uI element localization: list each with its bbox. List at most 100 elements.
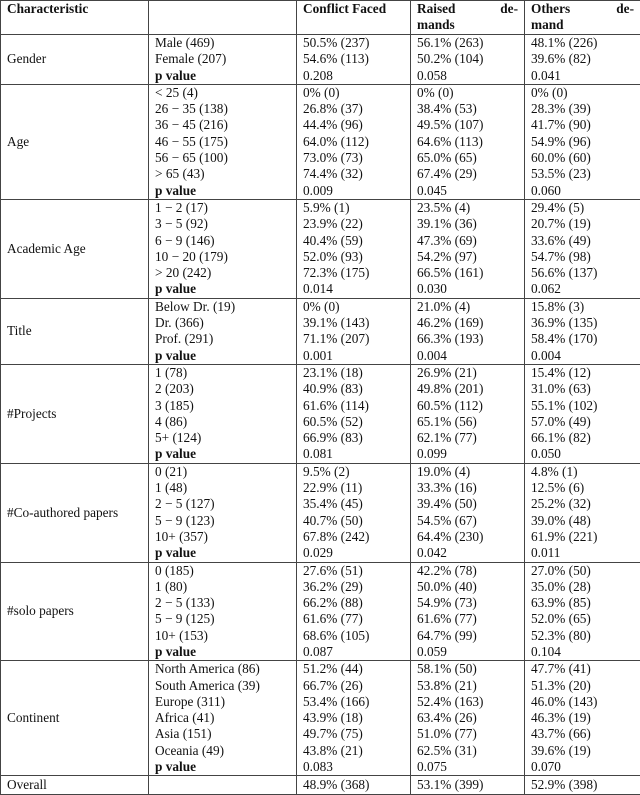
- conflict-faced-value: 40.7% (50): [303, 513, 404, 529]
- conflict-faced-value: 71.1% (207): [303, 331, 404, 347]
- others-demand-value: 43.7% (66): [531, 726, 634, 742]
- raised-demands-value-cell: 23.5% (4)39.1% (36)47.3% (69)54.2% (97)6…: [411, 199, 525, 298]
- subgroup-label: 56 − 65 (100): [155, 150, 290, 166]
- subgroup-label: 0 (185): [155, 563, 290, 579]
- subgroup-label: 4 (86): [155, 414, 290, 430]
- raised-demands-value: 33.3% (16): [417, 480, 518, 496]
- subgroup-label-cell: 1 − 2 (17)3 − 5 (92)6 − 9 (146)10 − 20 (…: [149, 199, 297, 298]
- group-row: #Co-authored papers0 (21)1 (48)2 − 5 (12…: [1, 463, 640, 562]
- others-demand-value: 31.0% (63): [531, 381, 634, 397]
- overall-others-demand: 52.9% (398): [525, 776, 640, 795]
- p-value: 0.081: [303, 446, 404, 462]
- others-demand-value: 55.1% (102): [531, 398, 634, 414]
- subgroup-label: North America (86): [155, 661, 290, 677]
- header-row: Characteristic Conflict Faced Raisedde- …: [1, 1, 640, 35]
- conflict-faced-value: 68.6% (105): [303, 628, 404, 644]
- overall-raised-demands: 53.1% (399): [411, 776, 525, 795]
- group-row: ContinentNorth America (86)South America…: [1, 661, 640, 776]
- conflict-faced-value: 40.4% (59): [303, 233, 404, 249]
- conflict-faced-value-cell: 0% (0)39.1% (143)71.1% (207)0.001: [297, 298, 411, 364]
- conflict-faced-value: 50.5% (237): [303, 35, 404, 51]
- others-demand-value-cell: 27.0% (50)35.0% (28)63.9% (85)52.0% (65)…: [525, 562, 640, 661]
- conflict-faced-value-cell: 50.5% (237)54.6% (113)0.208: [297, 35, 411, 85]
- others-demand-value: 57.0% (49): [531, 414, 634, 430]
- header-others-demand-part1: Others: [531, 1, 570, 17]
- raised-demands-value: 49.5% (107): [417, 117, 518, 133]
- raised-demands-value: 23.5% (4): [417, 200, 518, 216]
- others-demand-value: 48.1% (226): [531, 35, 634, 51]
- group-row: Age< 25 (4)26 − 35 (138)36 − 45 (216)46 …: [1, 84, 640, 199]
- p-value-label: p value: [155, 183, 290, 199]
- others-demand-value: 52.3% (80): [531, 628, 634, 644]
- others-demand-value: 54.9% (96): [531, 134, 634, 150]
- p-value: 0.011: [531, 545, 634, 561]
- conflict-faced-value: 49.7% (75): [303, 726, 404, 742]
- subgroup-label: Prof. (291): [155, 331, 290, 347]
- group-name: Age: [1, 84, 149, 199]
- subgroup-label: < 25 (4): [155, 85, 290, 101]
- p-value: 0.104: [531, 644, 634, 660]
- subgroup-label: 1 (78): [155, 365, 290, 381]
- p-value: 0.050: [531, 446, 634, 462]
- subgroup-label: 2 (203): [155, 381, 290, 397]
- p-value: 0.058: [417, 68, 518, 84]
- subgroup-label-cell: < 25 (4)26 − 35 (138)36 − 45 (216)46 − 5…: [149, 84, 297, 199]
- raised-demands-value: 39.1% (36): [417, 216, 518, 232]
- group-name: #Projects: [1, 364, 149, 463]
- group-row: #Projects1 (78)2 (203)3 (185)4 (86)5+ (1…: [1, 364, 640, 463]
- header-raised-demands-part2: de-: [500, 1, 518, 17]
- p-value-label: p value: [155, 545, 290, 561]
- conflict-faced-value: 5.9% (1): [303, 200, 404, 216]
- raised-demands-value: 64.7% (99): [417, 628, 518, 644]
- group-name: Academic Age: [1, 199, 149, 298]
- conflict-faced-value: 44.4% (96): [303, 117, 404, 133]
- others-demand-value-cell: 47.7% (41)51.3% (20)46.0% (143)46.3% (19…: [525, 661, 640, 776]
- others-demand-value: 46.0% (143): [531, 694, 634, 710]
- header-others-demand-part2: de-: [616, 1, 634, 17]
- others-demand-value: 63.9% (85): [531, 595, 634, 611]
- subgroup-label-cell: 1 (78)2 (203)3 (185)4 (86)5+ (124)p valu…: [149, 364, 297, 463]
- p-value: 0.060: [531, 183, 634, 199]
- conflict-faced-value: 43.9% (18): [303, 710, 404, 726]
- table-body: GenderMale (469)Female (207)p value50.5%…: [1, 35, 640, 795]
- header-subgroup: [149, 1, 297, 35]
- raised-demands-value-cell: 0% (0)38.4% (53)49.5% (107)64.6% (113)65…: [411, 84, 525, 199]
- conflict-faced-value: 23.1% (18): [303, 365, 404, 381]
- subgroup-label: 2 − 5 (127): [155, 496, 290, 512]
- others-demand-value: 56.6% (137): [531, 265, 634, 281]
- others-demand-value: 20.7% (19): [531, 216, 634, 232]
- raised-demands-value-cell: 42.2% (78)50.0% (40)54.9% (73)61.6% (77)…: [411, 562, 525, 661]
- header-characteristic: Characteristic: [1, 1, 149, 35]
- header-raised-demands-part3: mands: [417, 17, 518, 33]
- conflict-faced-value-cell: 0% (0)26.8% (37)44.4% (96)64.0% (112)73.…: [297, 84, 411, 199]
- p-value: 0.001: [303, 348, 404, 364]
- subgroup-label: Asia (151): [155, 726, 290, 742]
- others-demand-value: 29.4% (5): [531, 200, 634, 216]
- p-value: 0.099: [417, 446, 518, 462]
- raised-demands-value: 58.1% (50): [417, 661, 518, 677]
- subgroup-label: 6 − 9 (146): [155, 233, 290, 249]
- conflict-faced-value: 40.9% (83): [303, 381, 404, 397]
- conflict-faced-value: 9.5% (2): [303, 464, 404, 480]
- subgroup-label: Female (207): [155, 51, 290, 67]
- raised-demands-value: 60.5% (112): [417, 398, 518, 414]
- conflict-faced-value: 66.7% (26): [303, 678, 404, 694]
- p-value: 0.004: [417, 348, 518, 364]
- group-name: Continent: [1, 661, 149, 776]
- subgroup-label: Oceania (49): [155, 743, 290, 759]
- p-value-label: p value: [155, 348, 290, 364]
- raised-demands-value: 54.5% (67): [417, 513, 518, 529]
- subgroup-label: 46 − 55 (175): [155, 134, 290, 150]
- raised-demands-value: 66.3% (193): [417, 331, 518, 347]
- others-demand-value: 41.7% (90): [531, 117, 634, 133]
- conflict-faced-value: 0% (0): [303, 85, 404, 101]
- header-conflict-faced: Conflict Faced: [297, 1, 411, 35]
- raised-demands-value: 50.2% (104): [417, 51, 518, 67]
- subgroup-label: 2 − 5 (133): [155, 595, 290, 611]
- conflict-faced-value: 72.3% (175): [303, 265, 404, 281]
- raised-demands-value-cell: 19.0% (4)33.3% (16)39.4% (50)54.5% (67)6…: [411, 463, 525, 562]
- raised-demands-value: 38.4% (53): [417, 101, 518, 117]
- subgroup-label-cell: 0 (185)1 (80)2 − 5 (133)5 − 9 (125)10+ (…: [149, 562, 297, 661]
- conflict-faced-value: 26.8% (37): [303, 101, 404, 117]
- others-demand-value: 36.9% (135): [531, 315, 634, 331]
